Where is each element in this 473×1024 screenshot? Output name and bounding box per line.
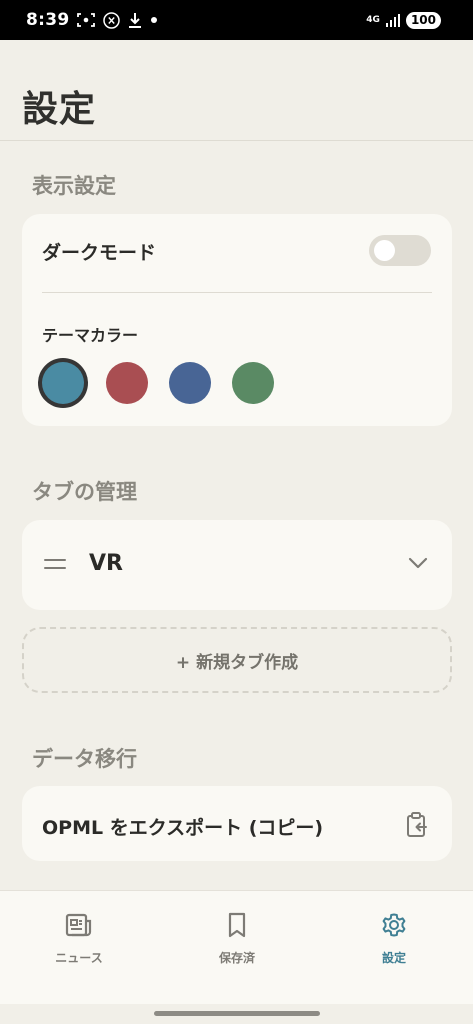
screenshot-icon <box>77 13 96 27</box>
download-icon <box>129 12 142 28</box>
dark-mode-toggle[interactable] <box>369 235 431 266</box>
display-section-title: 表示設定 <box>32 174 116 198</box>
bookmark-icon <box>228 912 246 938</box>
toggle-knob <box>374 240 395 261</box>
nav-news-label: ニュース <box>55 951 103 965</box>
nav-news[interactable]: ニュース <box>24 911 134 966</box>
x-app-icon <box>103 11 121 29</box>
theme-color-green[interactable] <box>232 362 274 404</box>
new-tab-label: + 新規タブ作成 <box>175 652 299 673</box>
tab-name: VR <box>89 551 123 576</box>
header: 設定 <box>0 40 473 141</box>
nav-saved[interactable]: 保存済 <box>182 911 292 966</box>
divider <box>42 292 432 293</box>
status-right: 4G 100 <box>366 11 441 29</box>
status-left: 8:39 <box>26 10 158 30</box>
tab-item-card[interactable]: VR <box>22 520 452 610</box>
chevron-down-icon[interactable] <box>408 556 428 570</box>
tabs-section-title: タブの管理 <box>32 480 137 504</box>
theme-color-label: テーマカラー <box>42 326 139 345</box>
export-opml-button[interactable]: OPML をエクスポート (コピー) <box>22 786 452 861</box>
nav-settings-label: 設定 <box>381 951 406 965</box>
export-opml-label: OPML をエクスポート (コピー) <box>42 817 324 839</box>
drag-handle-icon[interactable] <box>44 556 66 572</box>
gesture-handle[interactable] <box>154 1011 320 1016</box>
notification-dot-icon <box>151 17 158 23</box>
settings-screen: 8:39 4G 100 設定 表示設定 ダークモード テーマカラー タブの管理 … <box>0 0 473 1024</box>
theme-color-red[interactable] <box>106 362 148 404</box>
clipboard-export-icon <box>407 812 427 837</box>
newspaper-icon <box>65 913 92 937</box>
bottom-nav: ニュース 保存済 設定 <box>0 890 473 1004</box>
new-tab-button[interactable]: + 新規タブ作成 <box>22 627 452 693</box>
theme-color-teal[interactable] <box>42 362 84 404</box>
nav-saved-label: 保存済 <box>218 951 255 965</box>
page-title: 設定 <box>22 89 97 130</box>
gear-icon <box>382 913 406 937</box>
battery-level: 100 <box>405 11 441 29</box>
status-bar: 8:39 4G 100 <box>0 0 473 40</box>
signal-icon <box>385 13 400 27</box>
data-section-title: データ移行 <box>32 747 137 771</box>
display-settings-card: ダークモード テーマカラー <box>22 214 452 426</box>
theme-color-blue[interactable] <box>169 362 211 404</box>
dark-mode-label: ダークモード <box>42 242 157 264</box>
status-time: 8:39 <box>26 10 70 30</box>
network-type: 4G <box>366 14 380 25</box>
nav-settings[interactable]: 設定 <box>339 911 449 966</box>
